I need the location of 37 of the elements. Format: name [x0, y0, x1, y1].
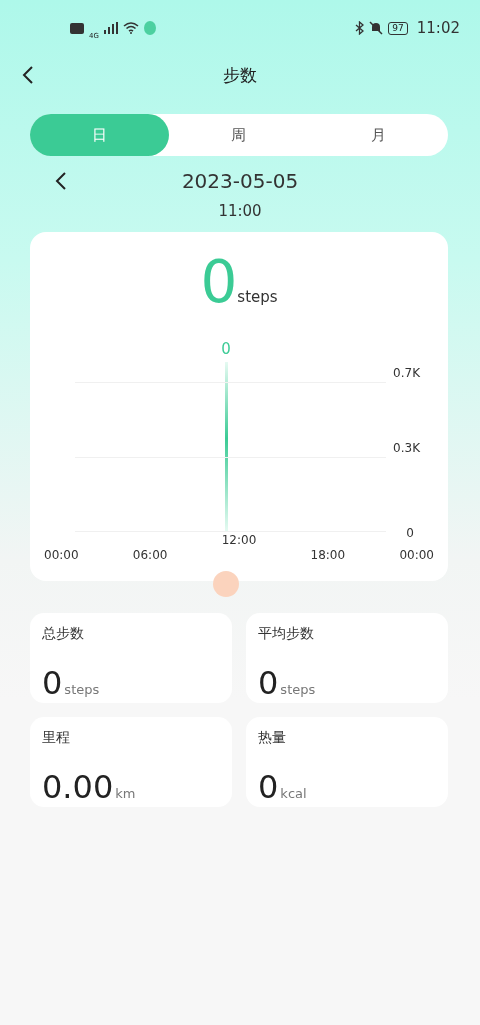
- stat-unit: steps: [280, 682, 316, 697]
- axis-label: 0: [406, 526, 414, 540]
- date-label: 2023-05-05: [181, 169, 299, 193]
- stat-label: 里程: [42, 729, 71, 747]
- status-time: 11:02: [416, 19, 460, 37]
- axis-label: 00:00: [399, 548, 434, 562]
- stat-unit: kcal: [280, 786, 307, 801]
- axis-label: 06:00: [132, 548, 168, 562]
- stat-label: 总步数: [42, 625, 85, 643]
- stat-value: 0: [258, 665, 279, 701]
- back-icon[interactable]: [22, 66, 34, 84]
- axis-label: 0.3K: [393, 440, 420, 455]
- axis-label: 0.7K: [393, 366, 420, 380]
- steps-value: 0: [200, 250, 238, 314]
- stat-label: 平均步数: [258, 625, 315, 643]
- axis-label: 12:00: [221, 533, 257, 549]
- previous-icon[interactable]: [55, 172, 67, 190]
- page-title: 步数: [223, 63, 257, 87]
- stat-unit: km: [115, 786, 136, 801]
- period-tab[interactable]: 周: [169, 114, 309, 156]
- muted-bell-icon: [369, 21, 384, 35]
- stat-value: 0.00: [42, 769, 114, 805]
- axis-label: 00:00: [44, 548, 79, 562]
- signal-icon: [103, 22, 118, 34]
- steps-unit: steps: [237, 288, 278, 306]
- stat-value: 0: [258, 769, 279, 805]
- period-tab[interactable]: 月: [308, 114, 448, 156]
- slider-handle[interactable]: [213, 571, 239, 597]
- stat-label: 热量: [258, 729, 287, 747]
- peak-label: 0: [220, 340, 232, 358]
- time-label: 11:00: [217, 202, 263, 220]
- battery-icon: 97: [388, 21, 408, 35]
- axis-label: 18:00: [310, 548, 346, 562]
- wifi-icon: [122, 22, 139, 34]
- bluetooth-icon: [355, 21, 365, 35]
- stat-unit: steps: [64, 682, 100, 697]
- stat-value: 0: [42, 665, 63, 701]
